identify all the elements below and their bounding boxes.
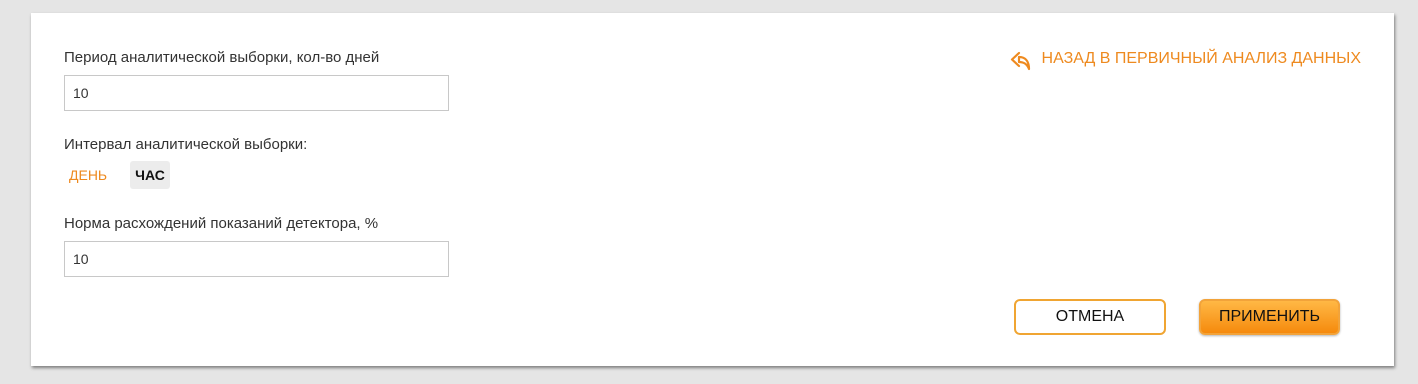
discrepancy-input[interactable] bbox=[64, 241, 449, 277]
cancel-button[interactable]: ОТМЕНА bbox=[1014, 299, 1166, 335]
interval-option-day[interactable]: ДЕНЬ bbox=[64, 161, 112, 189]
discrepancy-label: Норма расхождений показаний детектора, % bbox=[64, 215, 379, 232]
reply-arrow-icon bbox=[1010, 49, 1032, 71]
interval-option-hour[interactable]: ЧАС bbox=[130, 161, 170, 189]
period-input[interactable] bbox=[64, 75, 449, 111]
interval-label: Интервал аналитической выборки: bbox=[64, 136, 308, 153]
interval-selector: ДЕНЬ ЧАС bbox=[64, 161, 170, 189]
settings-panel: Период аналитической выборки, кол-во дне… bbox=[31, 13, 1394, 366]
back-link-label: НАЗАД В ПЕРВИЧНЫЙ АНАЛИЗ ДАННЫХ bbox=[1041, 49, 1361, 67]
back-to-primary-analysis-link[interactable]: НАЗАД В ПЕРВИЧНЫЙ АНАЛИЗ ДАННЫХ bbox=[1010, 46, 1361, 71]
period-label: Период аналитической выборки, кол-во дне… bbox=[64, 49, 380, 66]
apply-button[interactable]: ПРИМЕНИТЬ bbox=[1199, 299, 1340, 335]
